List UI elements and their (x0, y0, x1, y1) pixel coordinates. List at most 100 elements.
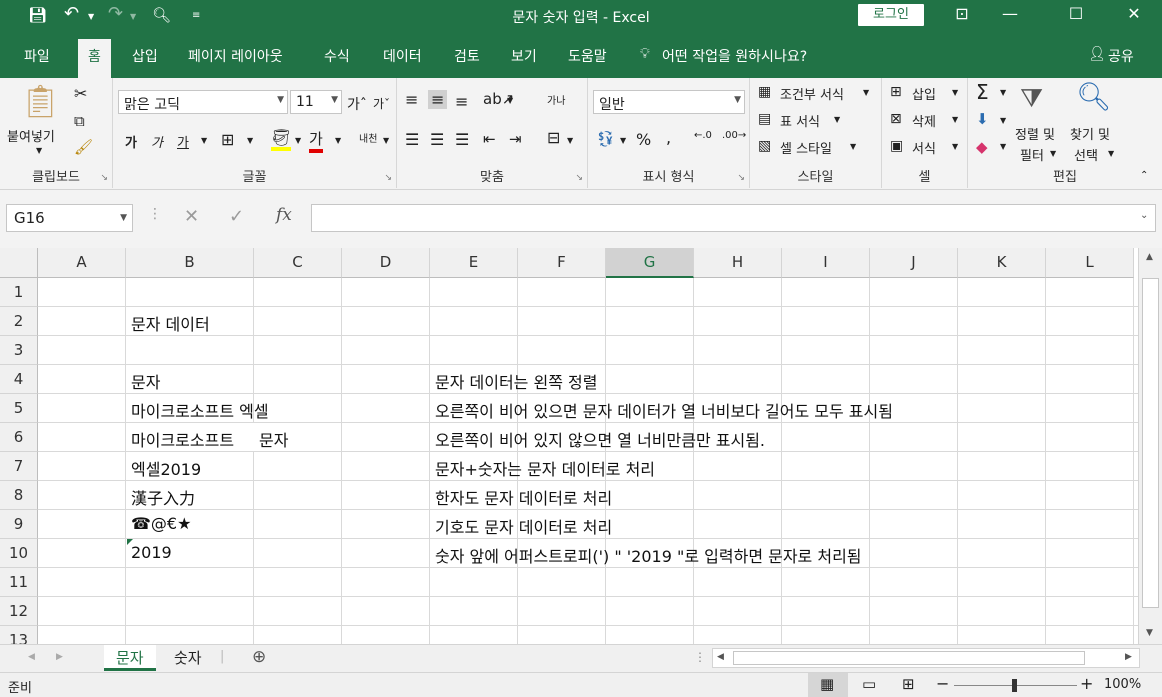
delete-cells-button[interactable]: 삭제 (912, 111, 936, 130)
conditional-formatting-icon[interactable]: ▦ (758, 84, 771, 100)
column-header-h[interactable]: H (694, 248, 782, 278)
row-header-5[interactable]: 5 (0, 394, 38, 423)
cell-e9[interactable]: 기호도 문자 데이터로 처리 (430, 514, 612, 538)
prev-sheet-icon[interactable]: ◀ (28, 652, 35, 662)
borders-icon[interactable]: ⊞ (221, 130, 234, 149)
row-header-1[interactable]: 1 (0, 278, 38, 307)
sort-dropdown-icon[interactable]: ▼ (1050, 149, 1056, 158)
format-dropdown-icon[interactable]: ▼ (952, 142, 958, 151)
align-left-icon[interactable]: ☰ (405, 130, 419, 149)
worksheet-grid[interactable]: A B C D E F G H I J K L 1 2 3 4 5 6 7 8 9 10 11 12 13 문자 데이터 문자 문자 … (0, 248, 1138, 644)
scroll-up-icon[interactable]: ▲ (1146, 252, 1153, 262)
fill-color-icon[interactable]: 🪣︎ (271, 128, 292, 151)
add-sheet-icon[interactable]: ⊕ (252, 647, 266, 667)
row-header-4[interactable]: 4 (0, 365, 38, 394)
autosum-icon[interactable]: Σ (976, 80, 989, 104)
tab-view[interactable]: 보기 (511, 46, 537, 66)
formula-input[interactable] (311, 204, 1156, 232)
tab-home[interactable]: 홈 (78, 39, 111, 78)
decrease-decimal-icon[interactable]: .00→ (722, 130, 746, 141)
table-dropdown-icon[interactable]: ▼ (834, 115, 840, 124)
tab-review[interactable]: 검토 (454, 46, 480, 66)
clipboard-dialog-launcher-icon[interactable]: ↘ (100, 173, 108, 183)
font-size-select[interactable]: 11 ▼ (290, 90, 342, 114)
enter-icon[interactable]: ✓ (229, 206, 244, 227)
align-middle-icon[interactable]: ≡ (428, 90, 448, 109)
phonetic-guide-button[interactable]: 내천 (359, 130, 377, 145)
select-all-corner[interactable] (0, 248, 38, 278)
cell-b9[interactable]: ☎@€★ (126, 514, 191, 533)
cell-e6[interactable]: 오른쪽이 비어 있지 않으면 열 너비만큼만 표시됨. (430, 427, 765, 451)
vertical-scrollbar[interactable]: ▲ ▼ (1138, 248, 1162, 644)
sort-filter-label-2[interactable]: 필터 (1020, 145, 1044, 164)
align-bottom-icon[interactable]: ≡ (455, 92, 468, 111)
accounting-format-icon[interactable]: 💱︎ (596, 130, 615, 148)
conditional-dropdown-icon[interactable]: ▼ (863, 88, 869, 97)
percent-style-icon[interactable]: % (636, 130, 651, 149)
clear-dropdown-icon[interactable]: ▼ (1000, 142, 1006, 151)
wrap-text-button[interactable]: 가나 (547, 92, 565, 107)
sort-filter-icon[interactable]: ⧩ (1020, 84, 1043, 115)
find-select-label-2[interactable]: 선택 (1074, 145, 1098, 164)
scroll-left-icon[interactable]: ◀ (717, 652, 724, 662)
insert-dropdown-icon[interactable]: ▼ (952, 88, 958, 97)
maximize-icon[interactable]: ☐ (1056, 4, 1096, 23)
column-header-l[interactable]: L (1046, 248, 1134, 278)
expand-formula-bar-icon[interactable]: ⌄ (1140, 210, 1148, 221)
insert-cells-icon[interactable]: ⊞ (890, 84, 902, 100)
scroll-right-icon[interactable]: ▶ (1125, 652, 1132, 662)
underline-dropdown-icon[interactable]: ▼ (201, 136, 207, 145)
collapse-ribbon-icon[interactable]: ⌃ (1140, 170, 1148, 181)
zoom-out-icon[interactable]: − (936, 674, 949, 693)
cell-e5[interactable]: 오른쪽이 비어 있으면 문자 데이터가 열 너비보다 길어도 모두 표시됨 (430, 398, 893, 422)
row-header-11[interactable]: 11 (0, 568, 38, 597)
cell-b8[interactable]: 漢子入力 (126, 485, 195, 509)
insert-cells-button[interactable]: 삽입 (912, 84, 936, 103)
number-format-select[interactable]: 일반 ▼ (593, 90, 745, 114)
autosum-dropdown-icon[interactable]: ▼ (1000, 88, 1006, 97)
italic-button[interactable]: 가 (151, 132, 163, 151)
font-color-dropdown-icon[interactable]: ▼ (335, 136, 341, 145)
merge-dropdown-icon[interactable]: ▼ (567, 136, 573, 145)
vertical-scroll-thumb[interactable] (1142, 278, 1159, 608)
fill-icon[interactable]: ⬇ (976, 110, 989, 128)
page-break-preview-icon[interactable]: ⊞ (902, 675, 915, 693)
minimize-icon[interactable]: — (990, 4, 1030, 23)
bold-button[interactable]: 가 (125, 132, 137, 151)
sheet-tab-number[interactable]: 숫자 (162, 645, 214, 671)
share-icon[interactable]: 👤︎ (1088, 46, 1106, 62)
conditional-formatting-button[interactable]: 조건부 서식 (780, 84, 844, 103)
cell-e10[interactable]: 숫자 앞에 어퍼스트로피(') " '2019 "로 입력하면 문자로 처리됨 (430, 543, 862, 567)
tab-help[interactable]: 도움말 (568, 46, 607, 66)
find-select-label-1[interactable]: 찾기 및 (1070, 124, 1110, 143)
cancel-icon[interactable]: ✕ (184, 206, 199, 227)
merge-center-icon[interactable]: ⊟ (547, 128, 560, 147)
cell-c6[interactable]: 문자 (254, 427, 288, 451)
phonetic-dropdown-icon[interactable]: ▼ (383, 136, 389, 145)
decrease-font-size-icon[interactable]: 가ˇ (373, 95, 390, 112)
cell-b6[interactable]: 마이크로소프트 (126, 427, 254, 451)
alignment-dialog-launcher-icon[interactable]: ↘ (575, 173, 583, 183)
align-top-icon[interactable]: ≡ (405, 90, 418, 109)
tab-page-layout[interactable]: 페이지 레이아웃 (188, 46, 283, 66)
scroll-down-icon[interactable]: ▼ (1146, 628, 1153, 638)
column-header-f[interactable]: F (518, 248, 606, 278)
row-header-10[interactable]: 10 (0, 539, 38, 568)
horizontal-scrollbar[interactable]: ◀ ▶ (712, 648, 1140, 668)
fill-dropdown-icon[interactable]: ▼ (1000, 116, 1006, 125)
sort-filter-label-1[interactable]: 정렬 및 (1015, 124, 1055, 143)
zoom-in-icon[interactable]: + (1080, 674, 1093, 693)
cell-b2[interactable]: 문자 데이터 (126, 311, 210, 335)
tab-file[interactable]: 파일 (24, 46, 50, 66)
row-header-8[interactable]: 8 (0, 481, 38, 510)
insert-function-icon[interactable]: fx (276, 205, 292, 225)
format-as-table-icon[interactable]: ▤ (758, 111, 771, 127)
column-header-i[interactable]: I (782, 248, 870, 278)
format-as-table-button[interactable]: 표 서식 (780, 111, 820, 130)
delete-cells-icon[interactable]: ⊠ (890, 111, 902, 127)
row-header-12[interactable]: 12 (0, 597, 38, 626)
cell-b4[interactable]: 문자 (126, 369, 160, 393)
increase-decimal-icon[interactable]: ←.0 (694, 130, 712, 141)
horizontal-scroll-thumb[interactable] (733, 651, 1085, 665)
tab-data[interactable]: 데이터 (383, 46, 422, 66)
